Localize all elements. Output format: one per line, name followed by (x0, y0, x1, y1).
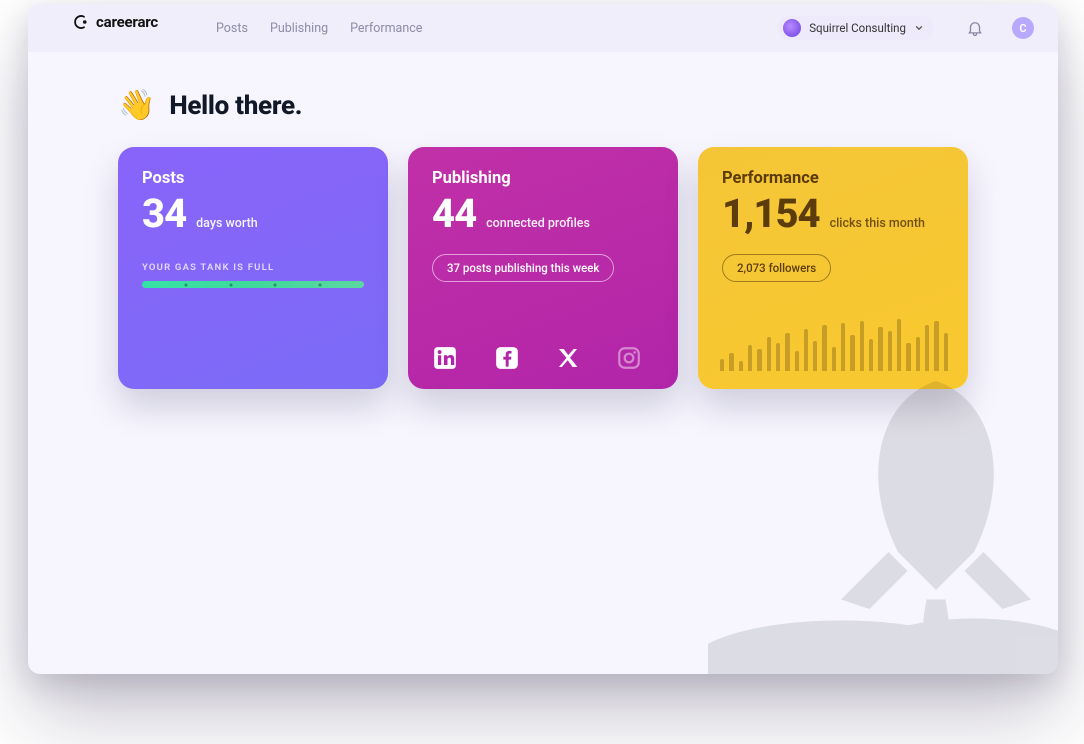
social-icons (432, 345, 642, 371)
x-icon[interactable] (556, 346, 580, 370)
summary-cards: Posts 34 days worth YOUR GAS TANK IS FUL… (28, 139, 1058, 429)
posts-value: 34 (142, 194, 186, 234)
avatar-initial: C (1019, 22, 1026, 35)
performance-value: 1,154 (722, 194, 820, 234)
bell-icon (966, 19, 984, 37)
posts-unit: days worth (196, 216, 258, 231)
org-icon (783, 19, 801, 37)
brand-logo[interactable]: careerarc (72, 13, 158, 31)
app-shell: careerarc Posts Publishing Performance S… (28, 4, 1058, 674)
hero: 👋 Hello there. (28, 52, 1058, 139)
card-publishing[interactable]: Publishing 44 connected profiles 37 post… (408, 147, 678, 389)
instagram-icon[interactable] (616, 345, 642, 371)
nav-performance[interactable]: Performance (350, 21, 422, 36)
card-performance-title: Performance (722, 169, 944, 188)
linkedin-icon[interactable] (432, 345, 458, 371)
facebook-icon[interactable] (494, 345, 520, 371)
notifications-button[interactable] (966, 19, 984, 37)
card-posts-title: Posts (142, 169, 364, 188)
chevron-down-icon (914, 23, 924, 33)
nav-publishing[interactable]: Publishing (270, 21, 328, 36)
card-publishing-title: Publishing (432, 169, 654, 188)
publishing-value: 44 (432, 194, 476, 234)
performance-unit: clicks this month (830, 216, 925, 231)
performance-pill: 2,073 followers (722, 254, 831, 282)
org-name: Squirrel Consulting (809, 21, 906, 35)
posts-gauge (142, 281, 364, 288)
page-title: Hello there. (169, 91, 302, 121)
brand-name: careerarc (96, 13, 158, 31)
card-posts[interactable]: Posts 34 days worth YOUR GAS TANK IS FUL… (118, 147, 388, 389)
app-header: careerarc Posts Publishing Performance S… (28, 4, 1058, 52)
top-nav: Posts Publishing Performance (216, 21, 422, 36)
org-switcher[interactable]: Squirrel Consulting (777, 16, 934, 40)
card-performance[interactable]: Performance 1,154 clicks this month 2,07… (698, 147, 968, 389)
wave-emoji: 👋 (118, 88, 155, 123)
user-avatar[interactable]: C (1012, 17, 1034, 39)
publishing-pill: 37 posts publishing this week (432, 254, 614, 282)
posts-gauge-label: YOUR GAS TANK IS FULL (142, 262, 364, 273)
nav-posts[interactable]: Posts (216, 21, 248, 36)
publishing-unit: connected profiles (486, 216, 590, 231)
brand-icon (72, 13, 90, 31)
clicks-sparkline (720, 319, 948, 371)
